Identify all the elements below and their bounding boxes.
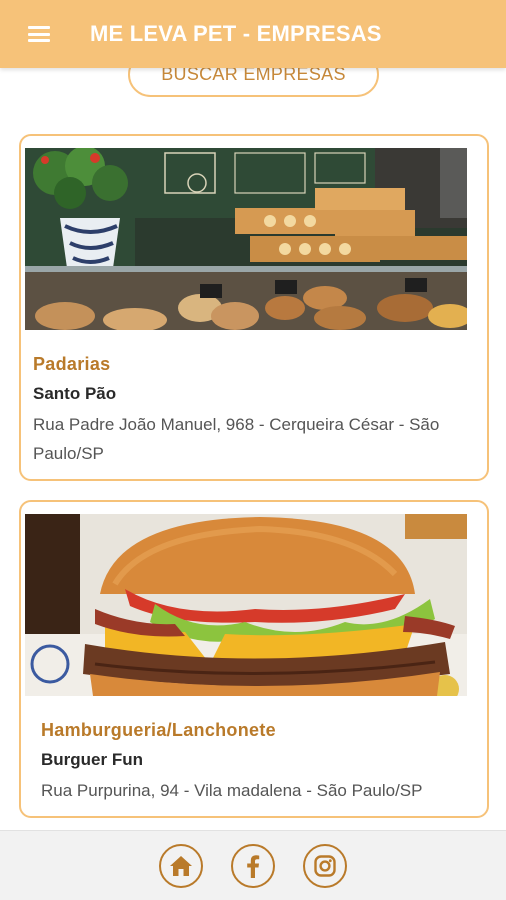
home-icon[interactable]: [159, 843, 203, 888]
footer-bar: [0, 830, 506, 900]
instagram-icon[interactable]: [303, 843, 347, 888]
company-card[interactable]: Padarias Santo Pão Rua Padre João Manuel…: [19, 134, 489, 481]
bakery-display-photo: [25, 148, 467, 330]
facebook-icon[interactable]: [231, 843, 275, 888]
app-bar: ME LEVA PET - EMPRESAS: [0, 0, 506, 68]
company-category: Hamburgueria/Lanchonete: [41, 720, 276, 740]
hamburger-menu-icon[interactable]: [28, 26, 50, 42]
app-title: ME LEVA PET - EMPRESAS: [90, 21, 382, 46]
cheeseburger-photo: [25, 514, 467, 696]
company-category: Padarias: [33, 354, 111, 374]
company-name: Burguer Fun: [41, 750, 143, 769]
company-card[interactable]: Hamburgueria/Lanchonete Burguer Fun Rua …: [19, 500, 489, 818]
company-name: Santo Pão: [33, 384, 117, 403]
company-address: Rua Purpurina, 94 - Vila madalena - São …: [41, 781, 423, 800]
company-address: Rua Padre João Manuel, 968 - Cerqueira C…: [33, 415, 440, 463]
